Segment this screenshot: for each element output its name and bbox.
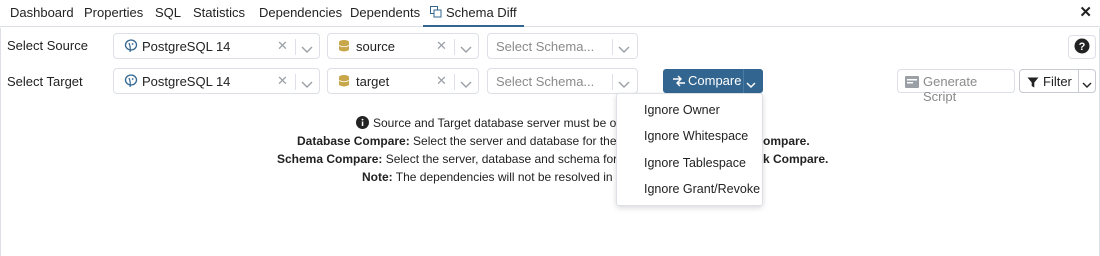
select-source-label: Select Source bbox=[7, 38, 88, 53]
info-line-3: Schema Compare: Select the server, datab… bbox=[277, 150, 631, 168]
chevron-down-icon[interactable] bbox=[460, 42, 472, 57]
divider bbox=[454, 39, 455, 55]
generate-script-label: Generate Script bbox=[923, 74, 978, 104]
compare-button[interactable]: Compare bbox=[663, 69, 763, 93]
menu-item-ignore-grant-revoke[interactable]: Ignore Grant/Revoke bbox=[617, 176, 762, 202]
source-server-value: PostgreSQL 14 bbox=[142, 39, 231, 54]
info-line-2-text: Select the server and database for the s… bbox=[409, 134, 633, 148]
clear-icon[interactable]: ✕ bbox=[436, 73, 447, 89]
database-icon bbox=[338, 74, 350, 91]
tab-schema-diff[interactable]: Schema Diff bbox=[423, 0, 524, 27]
menu-item-ignore-whitespace[interactable]: Ignore Whitespace bbox=[617, 123, 762, 149]
info-line-2: Database Compare: Select the server and … bbox=[297, 132, 633, 150]
menu-item-ignore-owner[interactable]: Ignore Owner bbox=[617, 97, 762, 123]
chevron-down-icon[interactable] bbox=[1082, 77, 1092, 92]
target-server-value: PostgreSQL 14 bbox=[142, 74, 231, 89]
close-icon[interactable]: ✕ bbox=[1079, 5, 1092, 21]
schema-diff-panel: Select Source PostgreSQL 14 ✕ source ✕ S… bbox=[0, 28, 1100, 256]
divider bbox=[743, 69, 744, 93]
filter-label: Filter bbox=[1043, 74, 1072, 89]
info-line-4-label: Note: bbox=[362, 170, 393, 184]
info-line-2-tail: ompare. bbox=[763, 134, 810, 148]
info-line-4: Note: The dependencies will not be resol… bbox=[362, 168, 626, 186]
source-schema-placeholder: Select Schema... bbox=[496, 39, 595, 54]
chevron-down-icon[interactable] bbox=[460, 77, 472, 92]
target-database-select[interactable]: target ✕ bbox=[327, 68, 479, 94]
question-circle-icon: ? bbox=[1074, 38, 1090, 57]
compare-arrows-icon bbox=[672, 75, 686, 90]
info-line-3-tail: k Compare. bbox=[763, 152, 829, 166]
tab-statistics[interactable]: Statistics bbox=[193, 0, 245, 27]
menu-item-ignore-tablespace[interactable]: Ignore Tablespace bbox=[617, 150, 762, 176]
tab-dependencies[interactable]: Dependencies bbox=[259, 0, 342, 27]
source-database-select[interactable]: source ✕ bbox=[327, 33, 479, 59]
svg-text:?: ? bbox=[1079, 41, 1086, 53]
chevron-down-icon[interactable] bbox=[301, 77, 313, 92]
chevron-down-icon[interactable] bbox=[301, 42, 313, 57]
chevron-down-icon[interactable] bbox=[746, 77, 756, 92]
divider bbox=[295, 39, 296, 55]
info-line-3-text: Select the server, database and schema f… bbox=[382, 152, 631, 166]
postgresql-icon bbox=[124, 39, 138, 56]
script-icon bbox=[905, 76, 919, 91]
funnel-icon bbox=[1027, 76, 1039, 91]
divider bbox=[612, 39, 613, 55]
help-button[interactable]: ? bbox=[1068, 35, 1096, 59]
source-schema-select[interactable]: Select Schema... bbox=[487, 33, 638, 59]
divider bbox=[1078, 70, 1079, 92]
divider bbox=[295, 74, 296, 90]
clear-icon[interactable]: ✕ bbox=[277, 73, 288, 89]
tab-bar: Dashboard Properties SQL Statistics Depe… bbox=[0, 0, 1100, 27]
tab-schema-diff-label: Schema Diff bbox=[446, 5, 517, 20]
target-database-value: target bbox=[356, 74, 390, 89]
chevron-down-icon[interactable] bbox=[618, 77, 630, 92]
target-server-select[interactable]: PostgreSQL 14 ✕ bbox=[113, 68, 320, 94]
chevron-down-icon[interactable] bbox=[618, 42, 630, 57]
info-line-3-label: Schema Compare: bbox=[277, 152, 383, 166]
tab-dependents[interactable]: Dependents bbox=[350, 0, 420, 27]
tab-sql[interactable]: SQL bbox=[155, 0, 181, 27]
tab-properties[interactable]: Properties bbox=[84, 0, 143, 27]
divider bbox=[612, 74, 613, 90]
info-line-1: Source and Target database server must b… bbox=[356, 114, 620, 134]
schema-diff-icon bbox=[430, 1, 442, 27]
compare-options-menu: Ignore Owner Ignore Whitespace Ignore Ta… bbox=[616, 93, 763, 206]
source-server-select[interactable]: PostgreSQL 14 ✕ bbox=[113, 33, 320, 59]
compare-button-label: Compare bbox=[688, 73, 742, 88]
tab-dashboard[interactable]: Dashboard bbox=[10, 0, 74, 27]
divider bbox=[454, 74, 455, 90]
postgresql-icon bbox=[124, 74, 138, 91]
target-schema-select[interactable]: Select Schema... bbox=[487, 68, 638, 94]
select-target-label: Select Target bbox=[7, 74, 83, 89]
database-icon bbox=[338, 39, 350, 56]
source-database-value: source bbox=[356, 39, 396, 54]
info-line-2-label: Database Compare: bbox=[297, 134, 410, 148]
target-schema-placeholder: Select Schema... bbox=[496, 74, 595, 89]
clear-icon[interactable]: ✕ bbox=[277, 38, 288, 54]
generate-script-button[interactable]: Generate Script bbox=[897, 69, 1015, 104]
clear-icon[interactable]: ✕ bbox=[436, 38, 447, 54]
filter-button[interactable]: Filter bbox=[1019, 69, 1096, 93]
info-line-4-text: The dependencies will not be resolved in… bbox=[392, 170, 626, 184]
info-line-1-text: Source and Target database server must b… bbox=[373, 116, 620, 130]
